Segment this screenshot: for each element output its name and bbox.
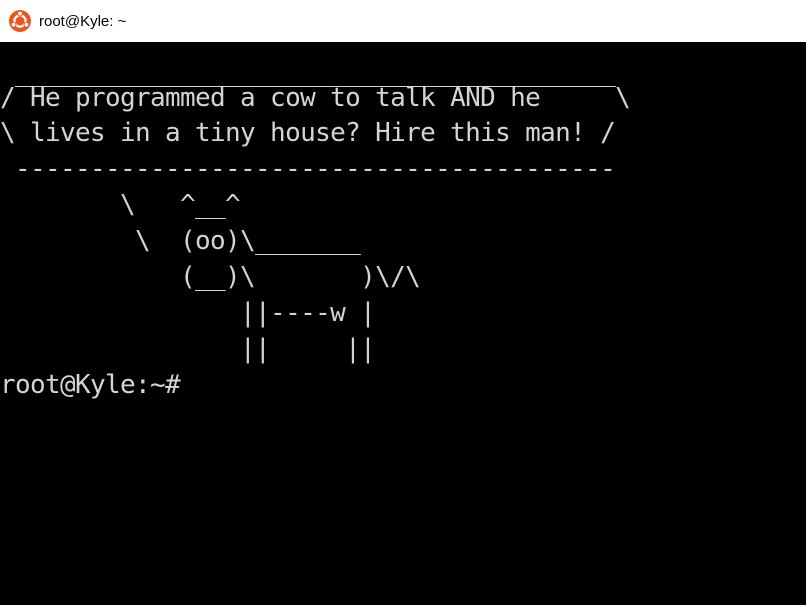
cowsay-bubble-line-1: / He programmed a cow to talk AND he \ <box>0 83 631 113</box>
window-title: root@Kyle: ~ <box>39 12 127 30</box>
cowsay-bubble-line-2: \ lives in a tiny house? Hire this man! … <box>0 118 616 148</box>
cow-ascii-line-2: \ (oo)\_______ <box>0 226 361 256</box>
cow-ascii-line-5: || || <box>0 334 376 364</box>
terminal-output[interactable]: ________________________________________… <box>0 42 806 605</box>
cow-ascii-line-1: \ ^__^ <box>0 190 241 220</box>
ubuntu-logo-icon <box>8 9 32 33</box>
cowsay-bubble-bottom: ---------------------------------------- <box>0 154 616 184</box>
cow-ascii-line-3: (__)\ )\/\ <box>0 262 421 292</box>
title-bar[interactable]: root@Kyle: ~ <box>0 0 806 42</box>
shell-prompt[interactable]: root@Kyle:~# <box>0 367 181 403</box>
cow-ascii-line-4: ||----w | <box>0 298 376 328</box>
terminal-window: root@Kyle: ~ ___________________________… <box>0 0 806 605</box>
